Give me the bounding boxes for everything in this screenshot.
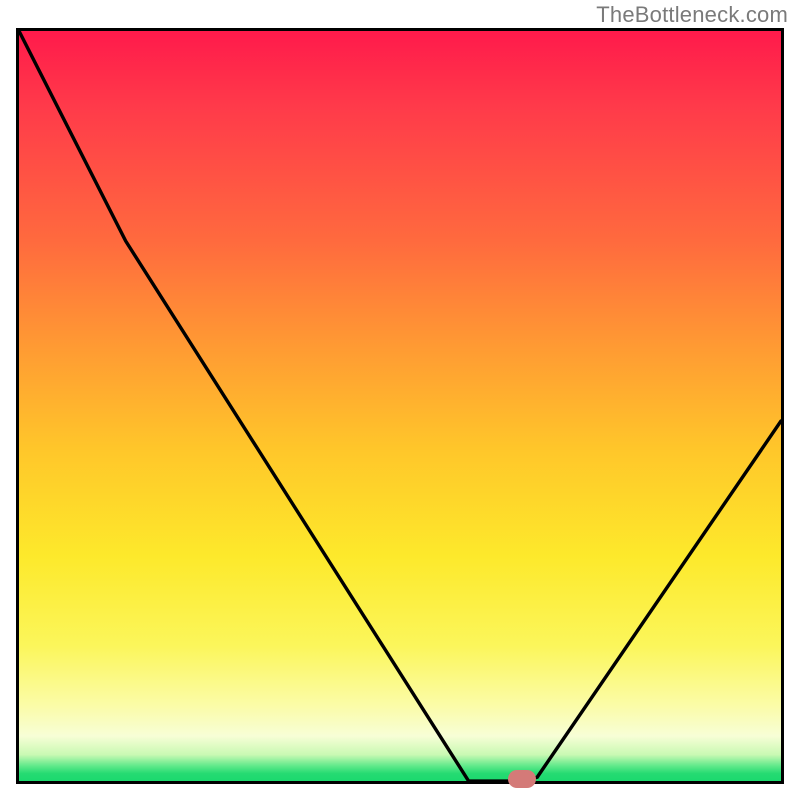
optimum-marker — [508, 770, 536, 788]
plot-frame — [16, 28, 784, 784]
chart-container: TheBottleneck.com — [0, 0, 800, 800]
bottleneck-curve — [19, 31, 781, 781]
watermark-text: TheBottleneck.com — [596, 2, 788, 28]
